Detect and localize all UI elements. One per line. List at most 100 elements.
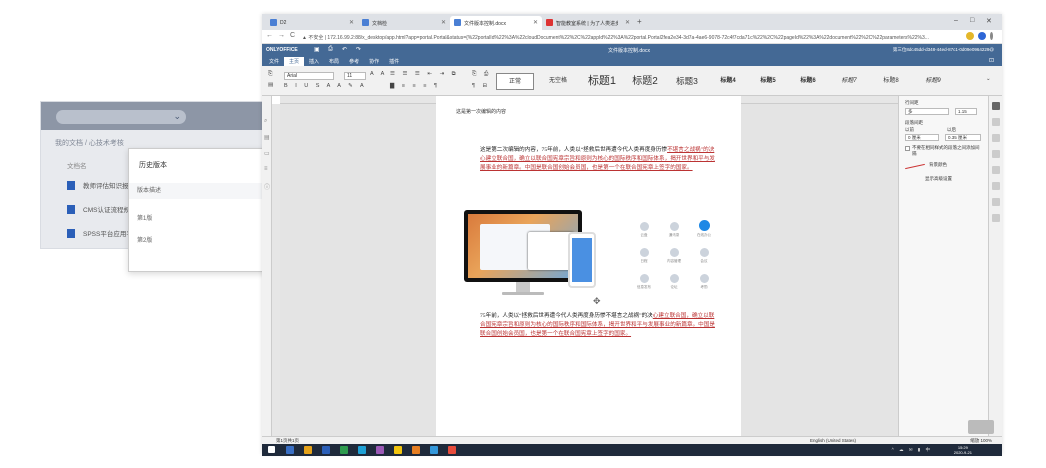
list-and-indent-icons[interactable]: ☰ ☰ ☰ ⇤ ⇥ ⧉ [390,71,459,78]
vertical-ruler[interactable] [272,104,280,436]
language-selector[interactable]: English (United States) [810,438,856,443]
horizontal-ruler[interactable] [280,96,898,104]
style-heading1[interactable]: 标题1 [580,73,624,90]
minimize-button[interactable]: – [954,17,958,24]
advanced-settings-link[interactable]: 显示高级设置 [925,176,952,182]
file-row[interactable]: 教师评估知识报告 [67,180,135,190]
menu-icon[interactable] [990,32,993,40]
background-color-label[interactable]: 背景颜色 [929,162,947,168]
text-format-icons[interactable]: B I U S A A ✎ A [284,83,367,89]
browser-tab[interactable]: 智能教室系统 | 为了人类进步而努力 ✕ [542,16,634,30]
menu-references[interactable]: 参考 [344,57,364,66]
line-spacing-value-input[interactable]: 1.15 [955,108,977,115]
forward-button[interactable]: → [278,32,285,39]
browser-tab-active[interactable]: 文件版本控制.docx ✕ [450,16,542,30]
menu-file[interactable]: 文件 [264,57,284,66]
close-icon[interactable]: ✕ [533,19,538,26]
shape-settings-icon[interactable] [992,166,1000,174]
menu-plugins[interactable]: 插件 [384,57,404,66]
search-icon[interactable]: ⌕ [264,118,267,125]
paragraph-settings-icon[interactable] [992,102,1000,110]
menu-home[interactable]: 主页 [284,57,305,66]
style-heading8[interactable]: 标题8 [870,73,912,90]
version-description-item[interactable]: 版本描述 [129,183,272,199]
line-spacing-type-select[interactable]: 多 [905,108,949,115]
browser-tab[interactable]: D2 ✕ [266,16,358,30]
spacing-before-input[interactable]: 0 厘米 [905,134,939,141]
document-page[interactable]: 这是第一次编辑的内容 这是第二次编辑的内容，75年前，人类以“拯救后世再遭今代人… [436,104,741,436]
new-tab-button[interactable]: + [637,17,642,26]
menu-layout[interactable]: 布局 [324,57,344,66]
image-settings-icon[interactable] [992,134,1000,142]
menu-insert[interactable]: 插入 [304,57,324,66]
spacing-after-input[interactable]: 0.35 厘米 [945,134,981,141]
font-size-select[interactable]: 11 [344,72,366,80]
no-spacing-checkbox[interactable] [905,146,910,151]
taskbar-app-icon[interactable] [448,446,456,454]
taskbar-app-icon[interactable] [286,446,294,454]
navigation-icon[interactable]: ≡ [264,166,268,172]
word-icon[interactable] [322,446,330,454]
comments-icon[interactable]: ▤ [264,134,270,141]
taskbar-app-icon[interactable] [430,446,438,454]
align-and-spacing-icons[interactable]: ▇ ≡ ≡ ≡ ¶ [390,83,440,89]
chart-settings-icon[interactable] [992,182,1000,190]
system-tray[interactable]: ^ ☁ ✉ ▮ 中 [892,447,932,453]
redo-icon[interactable]: ↷ [356,46,361,53]
styles-expand-icon[interactable]: ⌄ [986,76,994,82]
reload-button[interactable]: C [290,32,295,39]
taskbar-app-icon[interactable] [412,446,420,454]
menu-collaboration[interactable]: 协作 [364,57,384,66]
style-normal[interactable]: 正常 [496,73,534,90]
close-icon[interactable]: ✕ [625,19,630,26]
paragraph-mark-icon[interactable]: ¶ ⊟ [472,83,490,89]
style-heading6[interactable]: 标题6 [788,73,828,90]
file-row[interactable]: SPSS平台应用平 [67,228,133,238]
star-icon[interactable] [966,32,974,40]
edge-icon[interactable] [358,446,366,454]
scroll-thumb[interactable] [968,420,994,434]
style-heading4[interactable]: 标题4 [708,73,748,90]
header-settings-icon[interactable] [992,150,1000,158]
document-canvas[interactable]: 这是第一次编辑的内容 这是第二次编辑的内容，75年前，人类以“拯救后世再遭今代人… [280,104,898,436]
close-icon[interactable]: ✕ [441,19,446,26]
font-name-select[interactable]: Arial [284,72,334,80]
about-icon[interactable]: ⓘ [264,182,270,191]
style-heading2[interactable]: 标题2 [624,73,666,90]
taskbar-app-icon[interactable] [394,446,402,454]
style-heading7[interactable]: 标题7 [828,73,870,90]
copy-icon[interactable]: ⎘ [268,71,275,78]
profile-icon[interactable] [978,32,986,40]
save-icon[interactable]: ▣ [314,46,320,53]
style-heading9[interactable]: 标题9 [912,73,954,90]
copy-style-icon[interactable]: ⎘ ⎙ [472,71,491,78]
paragraph-2[interactable]: 75年前，人类以“拯救后世再遭今代人类再度身历惨不堪言之战祸”的决心建立联合国，… [480,312,716,339]
signature-settings-icon[interactable] [992,214,1000,222]
print-icon[interactable]: ⎙ [328,46,333,53]
file-row[interactable]: CMS认证流程规格 [67,204,136,214]
monitor-image[interactable] [464,210,582,282]
taskbar-app-icon[interactable] [376,446,384,454]
background-search-input[interactable]: ⌄ [56,110,186,124]
close-window-button[interactable]: ✕ [986,17,992,25]
back-button[interactable]: ← [266,32,273,39]
textart-settings-icon[interactable] [992,198,1000,206]
chat-icon[interactable]: ▭ [264,150,270,157]
undo-icon[interactable]: ↶ [342,46,347,53]
close-icon[interactable]: ✕ [349,19,354,26]
style-heading5[interactable]: 标题5 [748,73,788,90]
table-settings-icon[interactable] [992,118,1000,126]
windows-start-icon[interactable] [268,446,275,453]
style-heading3[interactable]: 标题3 [666,73,708,90]
browser-tab[interactable]: 文档检 ✕ [358,16,450,30]
version-item[interactable]: 第2版 [137,235,152,244]
folder-icon[interactable] [304,446,312,454]
maximize-button[interactable]: □ [970,17,974,24]
chrome-icon[interactable] [340,446,348,454]
taskbar-clock[interactable]: 15:29 2020-9-21 [954,445,972,455]
style-no-spacing[interactable]: 无空格 [538,73,578,90]
font-size-step-icons[interactable]: A A [370,71,387,77]
url-input[interactable]: ▲ 不安全 | 172.16.99.2:88/x_desktop/app.htm… [302,34,962,41]
paste-icon[interactable]: ▤ [268,82,276,88]
move-handle-icon[interactable]: ✥ [593,296,601,307]
